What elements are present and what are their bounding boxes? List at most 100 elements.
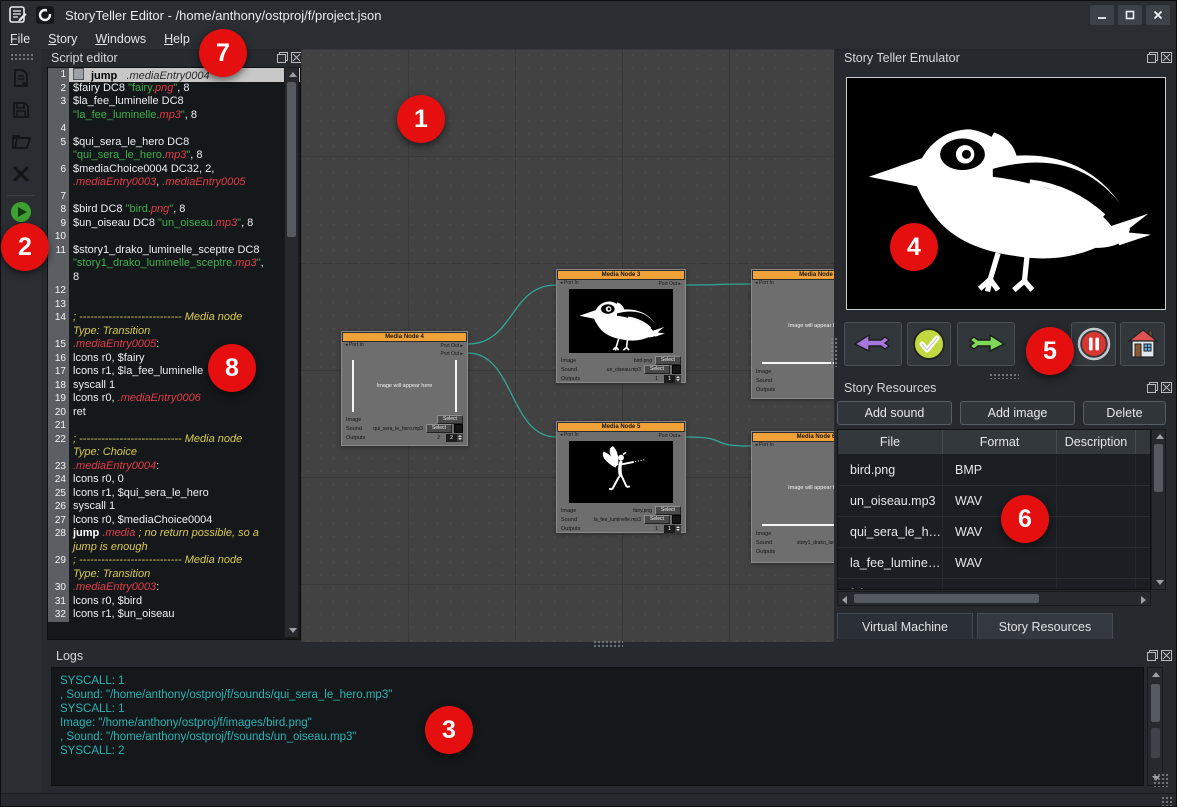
menu-story[interactable]: Story [39,32,86,46]
outputs-spinner[interactable]: 2 [446,434,463,442]
node-title[interactable]: Media Node 5 [557,422,685,432]
close-panel-icon[interactable] [1161,382,1172,393]
emulator-home-button[interactable] [1120,322,1165,366]
image-placeholder: Image will appear here [352,360,457,412]
add-image-button[interactable]: Add image [960,401,1075,425]
canvas-bottom-splitter[interactable] [593,640,623,647]
resources-table-hscrollbar[interactable] [837,591,1151,606]
save-button[interactable] [8,97,34,123]
code-line: .mediaEntry0003, .mediaEntry0005 [48,176,300,190]
select-image-button[interactable]: Select [655,356,681,365]
resources-panel-controls [1147,382,1172,393]
node-field-outputs: Outputs22 [346,433,463,442]
media-node-6[interactable]: Media Node 6◂ Port InImage will appear h… [751,431,834,563]
menu-file[interactable]: File [1,32,39,46]
select-sound-button[interactable]: Select [644,515,670,524]
media-node-4[interactable]: Media Node 4◂ Port InPort Out ▸Port Out … [341,331,468,446]
float-panel-icon[interactable] [1147,650,1158,661]
field-label: Sound [756,378,772,384]
port-out[interactable]: Port Out ▸ [342,350,467,358]
minimize-button[interactable] [1090,5,1114,25]
canvas-right-splitter[interactable] [830,337,837,367]
select-sound-button[interactable]: Select [644,365,670,374]
resources-table-vscrollbar[interactable] [1151,429,1166,590]
close-panel-icon[interactable] [1161,650,1172,661]
field-value: fairy.png [576,508,655,514]
float-panel-icon[interactable] [1147,52,1158,63]
resource-row[interactable]: bird.pngBMP [838,455,1150,486]
window-resize-grip[interactable] [1161,796,1173,807]
outputs-spinner[interactable]: 1 [664,525,681,533]
toolbar-grip[interactable] [10,53,34,60]
fairy-thumbnail [569,441,673,503]
resource-row[interactable]: un_oiseau.mp3WAV [838,486,1150,517]
tab-virtual-machine[interactable]: Virtual Machine [837,613,973,639]
close-button[interactable] [1146,5,1170,25]
select-image-button[interactable]: Select [437,415,463,424]
select-image-button[interactable]: Select [655,506,681,515]
outputs-spinner[interactable]: 1 [664,375,681,383]
log-line: Image: "/home/anthony/ostproj/f/images/b… [60,716,1143,730]
code-line: Type: Choice [48,446,300,460]
node-title[interactable]: Media Node [752,270,834,280]
clear-sound-icon[interactable] [672,515,681,524]
run-button[interactable] [8,199,34,225]
script-editor-vscrollbar[interactable] [284,67,299,638]
node-field-image: Imagefairy.pngSelect [561,506,681,515]
emulator-back-button[interactable] [844,322,902,366]
emulator-pause-button[interactable] [1071,322,1116,366]
media-node-5[interactable]: Media Node 5◂ Port InPort Out ▸ Imagefai… [556,421,686,533]
port-in[interactable]: ◂ Port In [755,442,774,448]
node-field-sound: Soundun_oiseau.mp3Select [561,365,681,374]
resource-row[interactable]: fairy.pngBMP [838,579,1150,590]
logs-vscrollbar[interactable] [1147,667,1163,786]
field-label: Outputs [756,387,775,393]
annotation-badge-2: 2 [1,223,49,271]
emulator-validate-button[interactable] [907,322,951,366]
pause-icon [1077,327,1111,361]
delete-resource-button[interactable]: Delete [1083,401,1166,425]
open-folder-button[interactable] [8,129,34,155]
column-header-description[interactable]: Description [1057,430,1136,454]
column-header-file[interactable]: File [838,430,943,454]
float-panel-icon[interactable] [1147,382,1158,393]
field-label: Image [561,358,576,364]
code-area[interactable]: 1jump .mediaEntry00042$fairy DC8 "fairy.… [48,68,300,639]
code-line: 5$qui_sera_le_hero DC8 [48,136,300,150]
close-project-button[interactable] [8,161,34,187]
select-sound-button[interactable]: Select [426,424,452,433]
column-header-format[interactable]: Format [943,430,1057,454]
code-line: 12 [48,284,300,298]
resource-row[interactable]: qui_sera_le_h…WAV [838,517,1150,548]
media-node-top-right[interactable]: Media Node◂ Port InImage will appear her… [751,269,834,399]
menu-help[interactable]: Help [155,32,199,46]
resource-cell [1057,486,1136,516]
toolbar-separator [7,195,35,196]
float-panel-icon[interactable] [277,52,288,63]
close-panel-icon[interactable] [1161,52,1172,63]
new-file-button[interactable] [8,65,34,91]
logs-resize-grip[interactable] [1153,773,1169,787]
node-title[interactable]: Media Node 6 [752,432,834,442]
code-line: 32lcons r1, $un_oiseau [48,608,300,622]
add-sound-button[interactable]: Add sound [837,401,952,425]
port-in[interactable]: ◂ Port In [755,280,774,286]
story-node-canvas[interactable]: Media Node 4◂ Port InPort Out ▸Port Out … [301,49,834,642]
port-in[interactable]: ◂ Port In [560,280,579,286]
script-editor[interactable]: 1jump .mediaEntry00042$fairy DC8 "fairy.… [47,67,301,640]
code-line: 26syscall 1 [48,500,300,514]
node-title[interactable]: Media Node 4 [342,332,467,342]
node-field-sound: Soundqui_sera_le_hero.mp3Select [346,424,463,433]
clear-sound-icon[interactable] [672,365,681,374]
node-title[interactable]: Media Node 3 [557,270,685,280]
clear-sound-icon[interactable] [454,424,463,433]
menu-windows[interactable]: Windows [86,32,155,46]
field-value: qui_sera_le_hero.mp3 [362,426,426,432]
resource-row[interactable]: la_fee_lumine…WAV [838,548,1150,579]
port-in[interactable]: ◂ Port In [345,342,364,348]
maximize-button[interactable] [1118,5,1142,25]
tab-story-resources[interactable]: Story Resources [977,613,1113,639]
emulator-next-button[interactable] [957,322,1015,366]
media-node-3[interactable]: Media Node 3◂ Port InPort Out ▸ Imagebir… [556,269,686,383]
port-in[interactable]: ◂ Port In [560,432,579,438]
